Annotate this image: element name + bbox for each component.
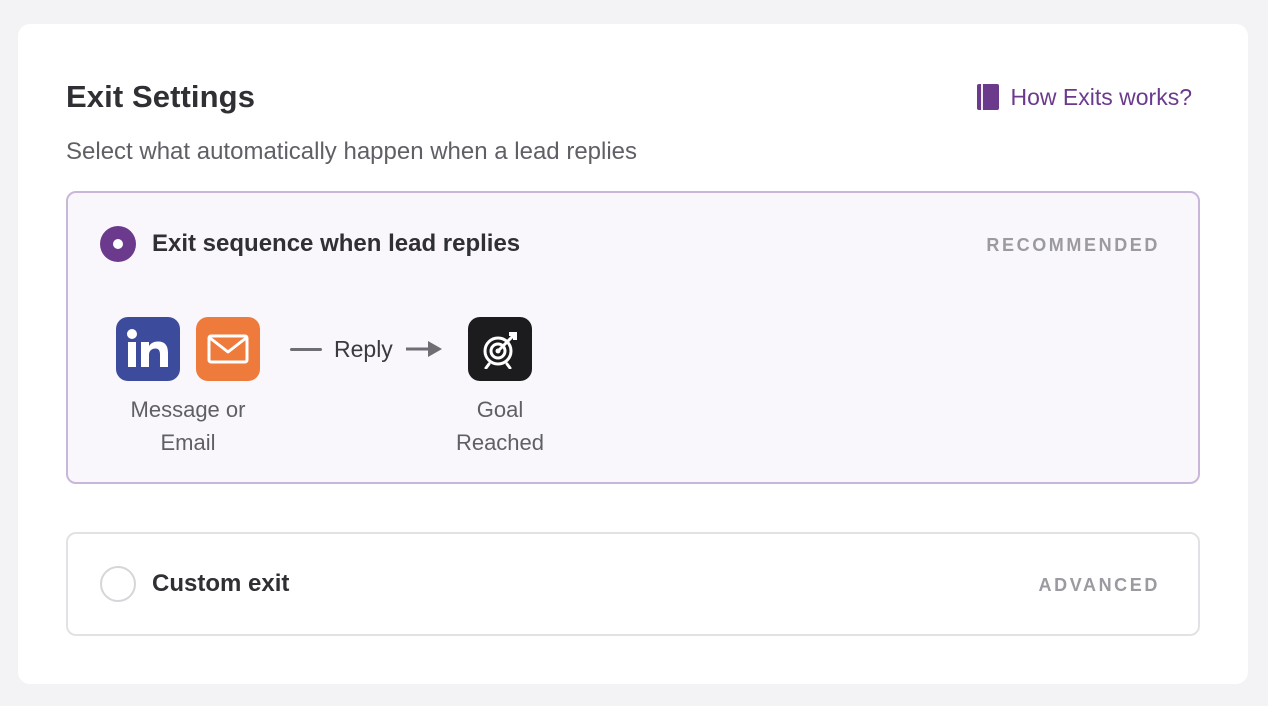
page-subtitle: Select what automatically happen when a … [66,138,638,165]
mail-icon [196,317,260,381]
option-custom-exit-label: Custom exit [152,570,290,597]
linkedin-icon [116,317,180,381]
radio-exit-on-reply[interactable] [100,226,136,262]
arrow-right-icon [404,339,442,359]
target-caption-line2: Reached [455,430,545,455]
target-icon [468,317,532,381]
option-custom-exit[interactable]: Custom exit ADVANCED [66,532,1200,636]
source-caption: Message or Email [108,393,268,459]
target-caption: Goal Reached [420,393,580,459]
advanced-badge: ADVANCED [1038,575,1160,595]
radio-custom-exit[interactable] [100,566,136,602]
option-exit-on-reply-label: Exit sequence when lead replies [152,230,521,257]
book-icon [976,84,999,110]
flow-dash [290,348,322,351]
source-caption-line1: Message or [130,397,246,422]
target-caption-line1: Goal [476,397,524,422]
exit-settings-card: Exit Settings How Exits works? Select wh… [18,24,1248,684]
source-caption-line2: Email [160,430,216,455]
how-exits-work-link[interactable]: How Exits works? [976,82,1192,112]
how-exits-work-label: How Exits works? [1010,84,1192,110]
option-exit-on-reply[interactable]: Exit sequence when lead replies RECOMMEN… [66,191,1200,484]
page-title: Exit Settings [66,79,256,114]
recommended-badge: RECOMMENDED [986,235,1160,255]
reply-connector-label: Reply [334,336,393,362]
